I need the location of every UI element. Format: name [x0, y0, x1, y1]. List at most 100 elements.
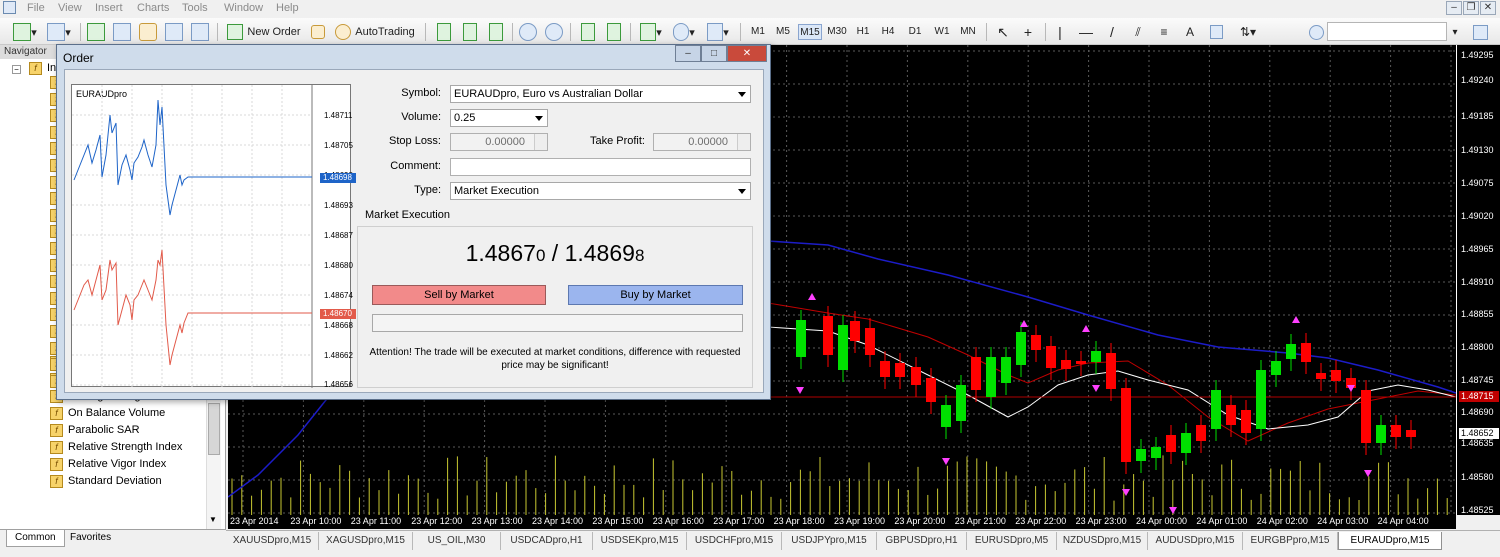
new-chart-button[interactable]: ▾	[8, 22, 42, 42]
menu-window[interactable]: Window	[224, 2, 263, 14]
volume-select[interactable]: 0.25	[450, 109, 548, 127]
menu-file[interactable]: File	[27, 2, 45, 14]
tab-common[interactable]: Common	[6, 530, 65, 547]
autotrading-button[interactable]: AutoTrading	[332, 22, 418, 42]
tab-favorites[interactable]: Favorites	[62, 530, 119, 547]
chart-tab[interactable]: EURAUDpro,M15	[1338, 532, 1442, 550]
line-chart-button[interactable]	[486, 22, 506, 42]
search-dropdown-button[interactable]: ▾	[1448, 22, 1462, 42]
chart-tab[interactable]: US_OIL,M30	[413, 532, 501, 550]
chart-tab[interactable]: EURUSDpro,M5	[967, 532, 1057, 550]
candle-body	[838, 325, 848, 370]
comment-input[interactable]	[450, 158, 751, 176]
type-select[interactable]: Market Execution	[450, 182, 751, 200]
take-profit-spinner[interactable]	[737, 134, 750, 150]
navigator-item[interactable]: f Standard Deviation	[50, 473, 162, 489]
scroll-down-icon[interactable]: ▼	[209, 515, 217, 524]
navigator-item[interactable]: f Parabolic SAR	[50, 422, 140, 438]
market-watch-button[interactable]	[86, 22, 106, 42]
equidistant-channel-button[interactable]: ⫽	[1128, 22, 1148, 42]
menu-charts[interactable]: Charts	[137, 2, 169, 14]
chart-tab[interactable]: GBPUSDpro,H1	[877, 532, 967, 550]
chart-tab[interactable]: USDSEKpro,M15	[593, 532, 687, 550]
zoom-out-button[interactable]	[544, 22, 564, 42]
navigator-item-label: Standard Deviation	[68, 475, 162, 487]
data-window-button[interactable]	[112, 22, 132, 42]
indicators-button[interactable]: ▾	[637, 22, 665, 42]
chart-tab[interactable]: USDCADpro,H1	[501, 532, 593, 550]
dialog-close-button[interactable]: ✕	[727, 45, 767, 62]
chart-tab[interactable]: XAGUSDpro,M15	[319, 532, 413, 550]
menu-help[interactable]: Help	[276, 2, 299, 14]
navigator-button[interactable]	[138, 22, 158, 42]
time-label: 23 Apr 10:00	[290, 516, 342, 526]
periods-button[interactable]: ▾	[670, 22, 698, 42]
timeframe-m15[interactable]: M15	[798, 24, 822, 40]
menu-insert[interactable]: Insert	[95, 2, 123, 14]
tree-collapse-icon[interactable]: −	[12, 65, 21, 74]
app-icon[interactable]	[3, 1, 16, 14]
timeframe-m30[interactable]: M30	[825, 24, 849, 40]
vertical-line-button[interactable]: |	[1052, 22, 1068, 42]
tester-button[interactable]	[190, 22, 210, 42]
arrows-button[interactable]: ⇅▾	[1234, 22, 1262, 42]
minimize-icon[interactable]: –	[1446, 1, 1462, 15]
tree-root-label[interactable]: In	[47, 62, 56, 74]
timeframe-d1[interactable]: D1	[905, 24, 925, 40]
navigator-item[interactable]: f Relative Strength Index	[50, 439, 182, 455]
text-label-button[interactable]	[1206, 22, 1226, 42]
text-button[interactable]: A	[1180, 22, 1200, 42]
autoscroll-button[interactable]	[578, 22, 598, 42]
navigator-item[interactable]: f On Balance Volume	[50, 405, 165, 421]
take-profit-input[interactable]: 0.00000	[653, 133, 751, 151]
candlestick-button[interactable]	[460, 22, 480, 42]
navigator-icon	[139, 23, 157, 41]
settings-button[interactable]	[1306, 22, 1326, 42]
timeframe-h1[interactable]: H1	[853, 24, 873, 40]
restore-icon[interactable]: ❐	[1463, 1, 1479, 15]
close-icon[interactable]: ✕	[1480, 1, 1496, 15]
new-order-button[interactable]: New Order	[224, 22, 304, 42]
timeframe-m1[interactable]: M1	[748, 24, 768, 40]
chart-tab[interactable]: USDCHFpro,M15	[687, 532, 782, 550]
crosshair-button[interactable]: +	[1018, 22, 1038, 42]
templates-button[interactable]: ▾	[703, 22, 733, 42]
metaeditor-button[interactable]	[308, 22, 328, 42]
buy-by-market-button[interactable]: Buy by Market	[568, 285, 743, 305]
search-button[interactable]	[1470, 22, 1490, 42]
sell-by-market-button[interactable]: Sell by Market	[372, 285, 546, 305]
search-input[interactable]	[1327, 22, 1447, 41]
chart-tab[interactable]: AUDUSDpro,M15	[1148, 532, 1243, 550]
timeframe-m5[interactable]: M5	[773, 24, 793, 40]
cursor-button[interactable]: ↖	[993, 22, 1013, 42]
bar-chart-button[interactable]	[434, 22, 454, 42]
fibonacci-button[interactable]: ≡	[1154, 22, 1174, 42]
trendline-button[interactable]: /	[1102, 22, 1122, 42]
timeframe-h4[interactable]: H4	[878, 24, 898, 40]
chart-tab[interactable]: EURGBPpro,M15	[1243, 532, 1338, 550]
zoom-in-button[interactable]	[518, 22, 538, 42]
menu-view[interactable]: View	[58, 2, 82, 14]
dialog-maximize-button[interactable]: □	[701, 45, 727, 62]
terminal-button[interactable]	[164, 22, 184, 42]
symbol-select[interactable]: EURAUDpro, Euro vs Australian Dollar	[450, 85, 751, 103]
profiles-button[interactable]: ▾	[44, 22, 74, 42]
timeframe-mn[interactable]: MN	[957, 24, 979, 40]
minimize-icon: –	[685, 48, 691, 59]
chart-tab[interactable]: USDJPYpro,M15	[782, 532, 877, 550]
timeframe-w1[interactable]: W1	[931, 24, 953, 40]
time-label: 23 Apr 2014	[230, 516, 279, 526]
navigator-item[interactable]: f Relative Vigor Index	[50, 456, 166, 472]
dialog-minimize-button[interactable]: –	[675, 45, 701, 62]
horizontal-line-button[interactable]: —	[1076, 22, 1096, 42]
chart-shift-button[interactable]	[604, 22, 624, 42]
scrollbar-thumb[interactable]	[208, 403, 220, 455]
indicators-icon	[640, 23, 657, 41]
order-dialog: Order – □ ✕ EURAUDpro 1.487111.487051.48…	[56, 44, 771, 400]
chart-tab[interactable]: NZDUSDpro,M15	[1057, 532, 1148, 550]
menu-tools[interactable]: Tools	[182, 2, 208, 14]
ask-price-tag: 1.48698	[320, 173, 356, 183]
chart-tab[interactable]: XAUUSDpro,M15	[226, 532, 319, 550]
stop-loss-input[interactable]: 0.00000	[450, 133, 548, 151]
stop-loss-spinner[interactable]	[534, 134, 547, 150]
